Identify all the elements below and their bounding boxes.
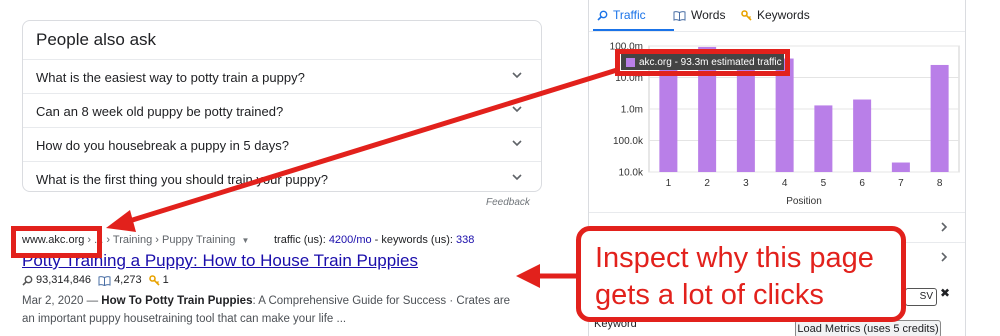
keywords-label: - keywords (us): xyxy=(371,234,456,246)
book-icon xyxy=(673,10,686,21)
chart-bar xyxy=(659,62,678,172)
x-tick-label: 3 xyxy=(743,178,749,189)
tab-label: Traffic xyxy=(613,8,646,22)
chart-bar xyxy=(891,162,910,172)
result-metrics: 93,314,846 4,273 1 xyxy=(22,274,169,286)
callout-text: Inspect why this page gets a lot of clic… xyxy=(595,240,874,314)
tooltip-highlight-box xyxy=(615,49,790,76)
paa-question[interactable]: How do you housebreak a puppy in 5 days? xyxy=(23,127,541,161)
arrow-head xyxy=(106,210,136,232)
result-date: Mar 2, 2020 — xyxy=(22,295,102,307)
snippet-bold: How To Potty Train Puppies xyxy=(101,295,253,307)
domain-highlight-box xyxy=(11,226,102,258)
tab-traffic[interactable]: Traffic xyxy=(597,8,646,22)
paa-question[interactable]: What is the first thing you should train… xyxy=(23,161,541,195)
callout-line1: Inspect why this page xyxy=(595,242,874,274)
result-crumbs: › ... › Training › Puppy Training xyxy=(87,234,236,246)
tab-divider xyxy=(589,31,965,32)
feedback-link[interactable]: Feedback xyxy=(486,197,530,208)
search-icon xyxy=(22,275,33,286)
search-icon xyxy=(597,10,608,21)
chart-bar xyxy=(930,64,949,172)
x-axis-label: Position xyxy=(786,196,822,207)
x-tick-label: 6 xyxy=(859,178,865,189)
x-tick-label: 8 xyxy=(937,178,943,189)
chevron-down-icon xyxy=(512,174,522,181)
callout-line2: gets a lot of clicks xyxy=(595,279,824,311)
key-icon xyxy=(148,274,160,286)
x-tick-label: 7 xyxy=(898,178,904,189)
paa-question-text: What is the first thing you should train… xyxy=(36,172,328,187)
paa-question-text: What is the easiest way to potty train a… xyxy=(36,70,305,85)
load-metrics-button[interactable]: Load Metrics (uses 5 credits) xyxy=(795,320,941,336)
chevron-down-icon xyxy=(512,72,522,79)
keywords-count: 1 xyxy=(162,274,169,286)
chevron-down-icon xyxy=(512,106,522,113)
tab-keywords[interactable]: Keywords xyxy=(741,8,810,22)
traffic-value[interactable]: 4200/mo xyxy=(329,234,372,246)
key-icon xyxy=(741,9,752,21)
paa-title: People also ask xyxy=(36,30,157,49)
traffic-label: traffic (us): xyxy=(274,234,329,246)
y-tick-label: 100.0k xyxy=(613,136,644,147)
tab-label: Words xyxy=(691,8,726,22)
paa-question-text: How do you housebreak a puppy in 5 days? xyxy=(36,138,289,153)
snippet-rest: : A Comprehensive Guide for Success · Cr… xyxy=(252,295,511,307)
tab-words[interactable]: Words xyxy=(673,8,725,22)
chart-bar xyxy=(853,99,872,172)
y-tick-label: 10.0k xyxy=(619,168,644,179)
paa-question[interactable]: What is the easiest way to potty train a… xyxy=(23,59,541,93)
x-tick-label: 5 xyxy=(821,178,827,189)
x-tick-label: 1 xyxy=(666,178,672,189)
people-also-ask-box: People also ask What is the easiest way … xyxy=(22,20,542,192)
chevron-right-icon xyxy=(941,252,948,262)
annotation-callout: Inspect why this page gets a lot of clic… xyxy=(576,226,906,322)
keywords-value[interactable]: 338 xyxy=(456,234,474,246)
close-icon[interactable]: ✖ xyxy=(940,286,950,300)
traffic-info: traffic (us): 4200/mo - keywords (us): 3… xyxy=(274,234,474,246)
x-tick-label: 2 xyxy=(704,178,710,189)
x-tick-label: 4 xyxy=(782,178,788,189)
result-snippet: Mar 2, 2020 — How To Potty Train Puppies… xyxy=(22,292,542,328)
paa-question-text: Can an 8 week old puppy be potty trained… xyxy=(36,104,284,119)
arrow-head xyxy=(516,264,540,288)
y-tick-label: 1.0m xyxy=(621,105,643,116)
tab-label: Keywords xyxy=(757,8,810,22)
chevron-right-icon xyxy=(941,222,948,232)
book-icon xyxy=(98,275,111,286)
chevron-down-icon xyxy=(512,140,522,147)
paa-question[interactable]: Can an 8 week old puppy be potty trained… xyxy=(23,93,541,127)
snippet-line2: an important puppy housetraining tool th… xyxy=(22,313,347,325)
export-csv-button[interactable]: SV xyxy=(905,288,937,306)
chart-bar xyxy=(814,105,833,172)
caret-down-icon[interactable]: ▼ xyxy=(241,236,249,245)
words-count: 4,273 xyxy=(114,274,142,286)
traffic-count: 93,314,846 xyxy=(36,274,92,286)
